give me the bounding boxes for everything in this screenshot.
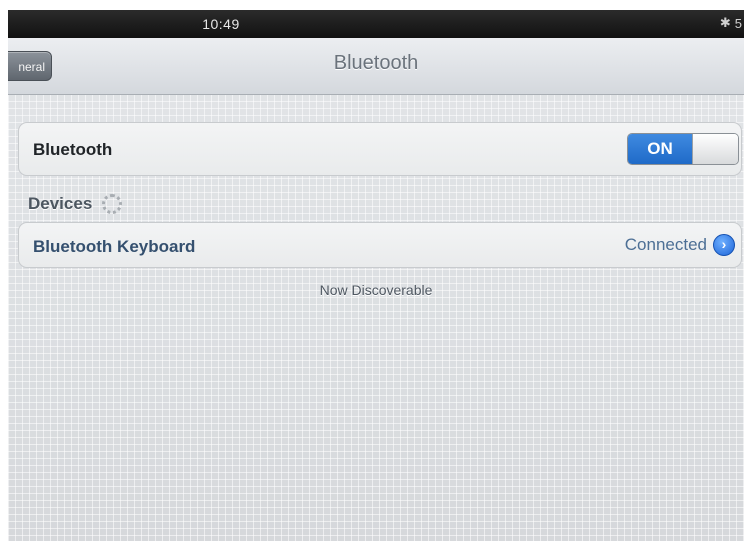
- toggle-on-label: ON: [628, 134, 692, 164]
- device-status: Connected: [624, 235, 707, 254]
- bluetooth-toggle-row: Bluetooth ON: [18, 122, 742, 176]
- toggle-knob: [692, 134, 738, 164]
- device-row-bluetooth-keyboard[interactable]: Bluetooth Keyboard Connected ›: [18, 222, 742, 268]
- settings-screen: 10:49 ✱ 5 neral Bluetooth Bluetooth ON D…: [8, 10, 744, 541]
- bluetooth-icon: ✱: [719, 15, 731, 30]
- navigation-bar: neral Bluetooth: [8, 38, 744, 95]
- devices-section-header: Devices: [28, 194, 123, 214]
- spinner-icon: [102, 194, 123, 214]
- device-name: Bluetooth Keyboard: [33, 237, 196, 256]
- status-time: 10:49: [202, 16, 240, 32]
- bluetooth-toggle[interactable]: ON: [627, 133, 739, 165]
- status-right: ✱ 5: [720, 15, 742, 31]
- bluetooth-row-label: Bluetooth: [33, 140, 113, 159]
- detail-disclosure-icon[interactable]: ›: [713, 234, 735, 256]
- page-title: Bluetooth: [333, 52, 419, 74]
- devices-header: Devices: [28, 194, 93, 213]
- discoverable-note: Now Discoverable: [319, 282, 433, 298]
- status-bar: 10:49 ✱ 5: [8, 10, 744, 38]
- battery-text: 5: [734, 15, 742, 31]
